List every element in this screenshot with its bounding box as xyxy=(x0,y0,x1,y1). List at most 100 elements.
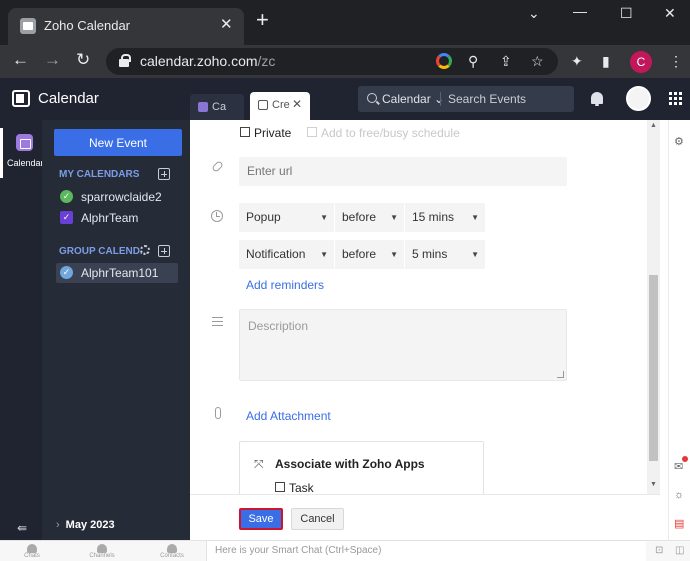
month-navigator[interactable]: › May 2023 xyxy=(56,519,115,531)
zoho-calendar-favicon-icon xyxy=(20,18,36,34)
chevron-down-icon: ▼ xyxy=(320,213,328,222)
new-tab-button[interactable]: + xyxy=(256,9,269,31)
chats-label: Chats xyxy=(24,553,40,559)
app-grid-icon[interactable] xyxy=(669,92,682,105)
rail-calendar-item[interactable]: Calendar xyxy=(0,128,44,178)
profile-avatar[interactable]: C xyxy=(630,51,652,73)
resize-handle-icon[interactable] xyxy=(557,371,564,378)
calendar-item[interactable]: ✓ AlphrTeam xyxy=(56,208,178,228)
chat-icon xyxy=(27,544,37,553)
tab-search-dropdown-icon[interactable]: ⌄ xyxy=(528,5,540,22)
reminder-when-select[interactable]: before ▼ xyxy=(335,240,405,269)
private-checkbox[interactable] xyxy=(240,127,250,137)
scrollbar-thumb[interactable] xyxy=(649,275,658,461)
tab-create-event-label: Cre xyxy=(272,99,290,111)
task-checkbox[interactable] xyxy=(275,482,285,492)
check-icon[interactable]: ✓ xyxy=(60,266,73,279)
smart-chat-input[interactable]: Here is your Smart Chat (Ctrl+Space) xyxy=(206,541,646,561)
back-arrow-icon[interactable]: ← xyxy=(12,50,29,70)
help-icon[interactable]: ◫ xyxy=(675,545,684,556)
bookmark-star-icon[interactable]: ☆ xyxy=(531,53,544,70)
channels-button[interactable]: Channels xyxy=(82,544,122,559)
lightbulb-icon[interactable]: ☼ xyxy=(674,489,684,501)
tab-create-event[interactable]: Cre ✕ xyxy=(250,92,310,120)
forward-arrow-icon[interactable]: → xyxy=(44,50,61,70)
settings-gear-icon[interactable]: ⚙ xyxy=(674,135,684,148)
browser-menu-icon[interactable]: ⋮ xyxy=(669,53,683,70)
chats-button[interactable]: Chats xyxy=(12,544,52,559)
left-rail: Calendar xyxy=(0,120,44,540)
check-icon[interactable]: ✓ xyxy=(60,211,73,224)
minimize-button[interactable]: — xyxy=(573,3,587,19)
bottom-bar: Chats Channels Contacts Here is your Sma… xyxy=(0,540,690,561)
reminder-when-select[interactable]: before ▼ xyxy=(335,203,405,232)
my-calendars-title: MY CALENDARS xyxy=(59,169,140,180)
extensions-puzzle-icon[interactable]: ✦ xyxy=(571,53,583,70)
url-field[interactable] xyxy=(239,157,567,186)
add-group-calendar-icon[interactable] xyxy=(158,245,170,257)
reload-icon[interactable]: ↻ xyxy=(76,50,90,70)
side-panel-icon[interactable]: ▮ xyxy=(602,53,610,70)
reminder-when-value: before xyxy=(342,210,377,224)
calendar-item[interactable]: ✓ AlphrTeam101 xyxy=(56,263,178,283)
reminder-type-select[interactable]: Popup ▼ xyxy=(239,203,335,232)
google-lens-icon[interactable] xyxy=(436,53,452,69)
add-reminders-link[interactable]: Add reminders xyxy=(246,278,324,292)
search-icon xyxy=(367,93,377,103)
url-text: calendar.zoho.com/zc xyxy=(140,53,275,69)
reminder-type-value: Notification xyxy=(246,247,306,261)
scroll-up-icon[interactable]: ▲ xyxy=(650,122,657,129)
maximize-button[interactable]: ☐ xyxy=(620,5,633,22)
private-label: Private xyxy=(254,126,292,140)
calendar-item[interactable]: ✓ sparrowclaide2 xyxy=(56,187,178,207)
chevron-down-icon: ▼ xyxy=(390,213,398,222)
sidebar: New Event MY CALENDARS ✓ sparrowclaide2 … xyxy=(42,120,190,540)
calendar-logo-icon xyxy=(12,90,30,107)
reminder-duration-select[interactable]: 5 mins ▼ xyxy=(405,240,485,269)
close-window-button[interactable]: ✕ xyxy=(664,5,676,22)
search-scope-dropdown[interactable]: Calendar ⌄ xyxy=(382,92,444,106)
add-attachment-link[interactable]: Add Attachment xyxy=(246,409,331,423)
notifications-icon[interactable]: ✉ xyxy=(674,460,683,473)
form-scrollbar[interactable]: ▲ ▼ xyxy=(647,120,660,494)
check-icon[interactable]: ✓ xyxy=(60,190,73,203)
chevron-down-icon: ▼ xyxy=(390,250,398,259)
share-icon[interactable]: ⇪ xyxy=(500,53,512,70)
browser-tab[interactable]: Zoho Calendar ✕ xyxy=(8,8,244,45)
chevron-right-icon: › xyxy=(56,519,60,531)
tab-calendar-label: Ca xyxy=(212,101,227,113)
chevron-down-icon: ▼ xyxy=(320,250,328,259)
reminder-duration-select[interactable]: 15 mins ▼ xyxy=(405,203,485,232)
cancel-button[interactable]: Cancel xyxy=(291,508,344,530)
save-button[interactable]: Save xyxy=(239,508,283,530)
address-bar[interactable]: calendar.zoho.com/zc ⚲ ⇪ ☆ xyxy=(106,48,558,75)
associate-zoho-apps-card: ⤧ Associate with Zoho Apps Task xyxy=(239,441,484,494)
gear-icon[interactable] xyxy=(140,245,150,255)
zoom-icon[interactable]: ⚲ xyxy=(468,53,478,70)
feedback-icon[interactable]: ▤ xyxy=(674,517,684,530)
reminder-duration-value: 15 mins xyxy=(412,210,455,224)
search-bar[interactable]: Calendar ⌄ xyxy=(358,86,574,112)
search-input[interactable] xyxy=(448,92,568,106)
channels-icon xyxy=(97,544,107,553)
new-event-button[interactable]: New Event xyxy=(54,129,182,156)
calendar-icon xyxy=(16,134,33,151)
browser-titlebar: Zoho Calendar ✕ + ⌄ — ☐ ✕ xyxy=(0,0,690,45)
bell-icon[interactable] xyxy=(591,92,603,106)
chevron-down-icon: ▼ xyxy=(471,213,479,222)
associate-zoho-apps-title: Associate with Zoho Apps xyxy=(275,457,425,471)
tab-close-icon[interactable]: ✕ xyxy=(292,97,302,111)
tab-calendar[interactable]: Ca xyxy=(190,94,244,120)
description-field[interactable]: Description xyxy=(239,309,567,381)
window-icon[interactable]: ⊡ xyxy=(655,545,663,556)
add-calendar-icon[interactable] xyxy=(158,168,170,180)
avatar[interactable] xyxy=(626,86,651,111)
tab-close-icon[interactable]: ✕ xyxy=(220,15,233,33)
search-divider xyxy=(440,92,441,106)
rail-calendar-label: Calendar xyxy=(7,158,44,168)
reminder-duration-value: 5 mins xyxy=(412,247,448,261)
scroll-down-icon[interactable]: ▼ xyxy=(650,481,657,488)
reminder-type-select[interactable]: Notification ▼ xyxy=(239,240,335,269)
contacts-button[interactable]: Contacts xyxy=(152,544,192,559)
collapse-sidebar-icon[interactable]: ⇚ xyxy=(17,521,27,535)
